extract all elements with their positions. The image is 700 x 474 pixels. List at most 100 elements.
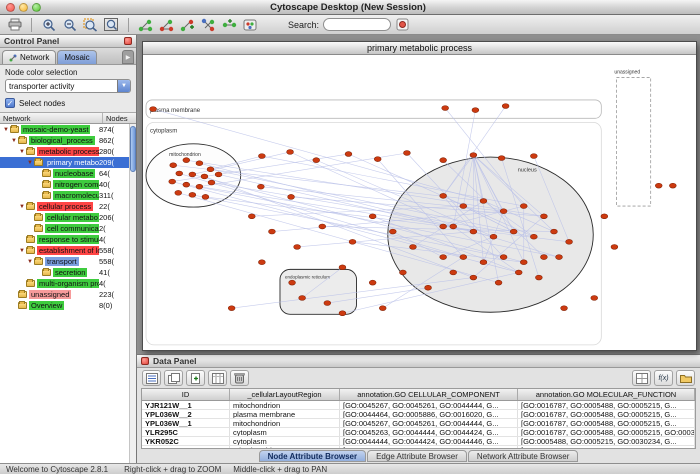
- tree-row[interactable]: macromolecule311(: [0, 190, 129, 201]
- tree-expand-icon[interactable]: ▼: [18, 204, 26, 210]
- network-node[interactable]: [258, 260, 265, 265]
- network-node[interactable]: [248, 214, 255, 219]
- minimize-window-button[interactable]: [19, 3, 28, 12]
- network-node[interactable]: [183, 182, 190, 187]
- column-header[interactable]: annotation.GO MOLECULAR_FUNCTION: [518, 389, 695, 400]
- zoom-window-button[interactable]: [32, 3, 41, 12]
- network-node[interactable]: [480, 260, 487, 265]
- float-data-panel-button[interactable]: [141, 357, 149, 365]
- import-attributes-button[interactable]: [676, 370, 695, 386]
- new-attribute-button[interactable]: [186, 370, 205, 386]
- tab-network-attribute-browser[interactable]: Network Attribute Browser: [468, 450, 578, 462]
- network-node[interactable]: [540, 214, 547, 219]
- tree-expand-icon[interactable]: ▼: [26, 259, 34, 265]
- network-node[interactable]: [258, 154, 265, 159]
- tree-column-nodes[interactable]: Nodes: [103, 113, 136, 123]
- network-node[interactable]: [566, 239, 573, 244]
- network-node[interactable]: [196, 184, 203, 189]
- tree-row[interactable]: ▼establishment of lo558(: [0, 245, 129, 256]
- tree-scrollbar[interactable]: [129, 124, 136, 463]
- network-node[interactable]: [313, 158, 320, 163]
- tree-row[interactable]: secretion41(: [0, 267, 129, 278]
- network-node[interactable]: [169, 179, 176, 184]
- column-header[interactable]: _cellularLayoutRegion: [230, 389, 340, 400]
- network-canvas[interactable]: plasma membrane cytoplasm mitochondrion …: [143, 55, 696, 350]
- network-node[interactable]: [403, 151, 410, 156]
- delete-attribute-button[interactable]: [230, 370, 249, 386]
- tree-scrollbar-thumb[interactable]: [130, 126, 136, 172]
- table-row[interactable]: YKR052Ccytoplasm[GO:0044444, GO:0044424,…: [142, 437, 695, 446]
- network-node[interactable]: [500, 255, 507, 260]
- network-node[interactable]: [591, 295, 598, 300]
- network-node[interactable]: [460, 255, 467, 260]
- tab-edge-attribute-browser[interactable]: Edge Attribute Browser: [367, 450, 467, 462]
- network-node[interactable]: [498, 156, 505, 161]
- network-node[interactable]: [349, 239, 356, 244]
- network-node[interactable]: [440, 224, 447, 229]
- search-input[interactable]: [323, 18, 391, 31]
- network-node[interactable]: [389, 229, 396, 234]
- network-node[interactable]: [510, 229, 517, 234]
- network-node[interactable]: [324, 301, 331, 306]
- tree-row[interactable]: ▼primary metabo209(: [0, 157, 129, 168]
- network-node[interactable]: [490, 234, 497, 239]
- table-row[interactable]: YJR121W__1mitochondrion[GO:0045267, GO:0…: [142, 401, 695, 410]
- network-node[interactable]: [299, 295, 306, 300]
- network-node[interactable]: [257, 184, 264, 189]
- hide-selection-button[interactable]: [157, 16, 176, 33]
- network-node[interactable]: [339, 311, 346, 316]
- network-node[interactable]: [183, 158, 190, 163]
- tree-row[interactable]: ▼transport558(: [0, 256, 129, 267]
- network-node[interactable]: [440, 158, 447, 163]
- tree-expand-icon[interactable]: ▼: [18, 149, 26, 155]
- network-node[interactable]: [556, 255, 563, 260]
- network-node[interactable]: [269, 229, 276, 234]
- network-node[interactable]: [374, 157, 381, 162]
- tree-expand-icon[interactable]: ▼: [2, 127, 10, 133]
- tree-row[interactable]: response to stimul4(: [0, 234, 129, 245]
- network-node[interactable]: [470, 275, 477, 280]
- network-node[interactable]: [440, 255, 447, 260]
- network-node[interactable]: [202, 194, 209, 199]
- zoom-out-button[interactable]: [60, 16, 79, 33]
- network-node[interactable]: [450, 224, 457, 229]
- network-node[interactable]: [520, 204, 527, 209]
- zoom-selected-button[interactable]: [81, 16, 100, 33]
- tree-row[interactable]: nucleobase64(: [0, 168, 129, 179]
- network-node[interactable]: [601, 214, 608, 219]
- zoom-in-button[interactable]: [39, 16, 58, 33]
- first-neighbors-button[interactable]: [136, 16, 155, 33]
- network-node[interactable]: [207, 167, 214, 172]
- network-node[interactable]: [208, 180, 215, 185]
- network-node[interactable]: [450, 270, 457, 275]
- network-node[interactable]: [530, 154, 537, 159]
- tab-node-attribute-browser[interactable]: Node Attribute Browser: [259, 450, 367, 462]
- table-row[interactable]: YPL036W__1mitochondrion[GO:0045267, GO:0…: [142, 419, 695, 428]
- network-node[interactable]: [540, 255, 547, 260]
- column-header[interactable]: annotation.GO CELLULAR_COMPONENT: [340, 389, 518, 400]
- tab-network[interactable]: Network: [2, 50, 56, 64]
- network-node[interactable]: [345, 152, 352, 157]
- network-node[interactable]: [561, 306, 568, 311]
- tree-column-network[interactable]: Network: [0, 113, 103, 123]
- network-node[interactable]: [535, 275, 542, 280]
- tree-expand-icon[interactable]: ▼: [10, 138, 18, 144]
- tree-row[interactable]: cell communica2(: [0, 223, 129, 234]
- color-attribute-dropdown[interactable]: transporter activity ▼: [5, 79, 131, 93]
- network-node[interactable]: [339, 265, 346, 270]
- network-node[interactable]: [228, 306, 235, 311]
- network-node[interactable]: [470, 153, 477, 158]
- network-node[interactable]: [189, 172, 196, 177]
- network-node[interactable]: [176, 171, 183, 176]
- network-node[interactable]: [410, 244, 417, 249]
- tree-row[interactable]: nitrogen compo40(: [0, 179, 129, 190]
- network-node[interactable]: [520, 260, 527, 265]
- tree-row[interactable]: ▼biological_process862(: [0, 135, 129, 146]
- tree-row[interactable]: ▼metabolic process280(: [0, 146, 129, 157]
- network-node[interactable]: [611, 244, 618, 249]
- unselect-all-button[interactable]: [164, 370, 183, 386]
- float-panel-button[interactable]: [124, 37, 132, 45]
- network-node[interactable]: [440, 193, 447, 198]
- network-node[interactable]: [472, 108, 479, 113]
- network-node[interactable]: [287, 150, 294, 155]
